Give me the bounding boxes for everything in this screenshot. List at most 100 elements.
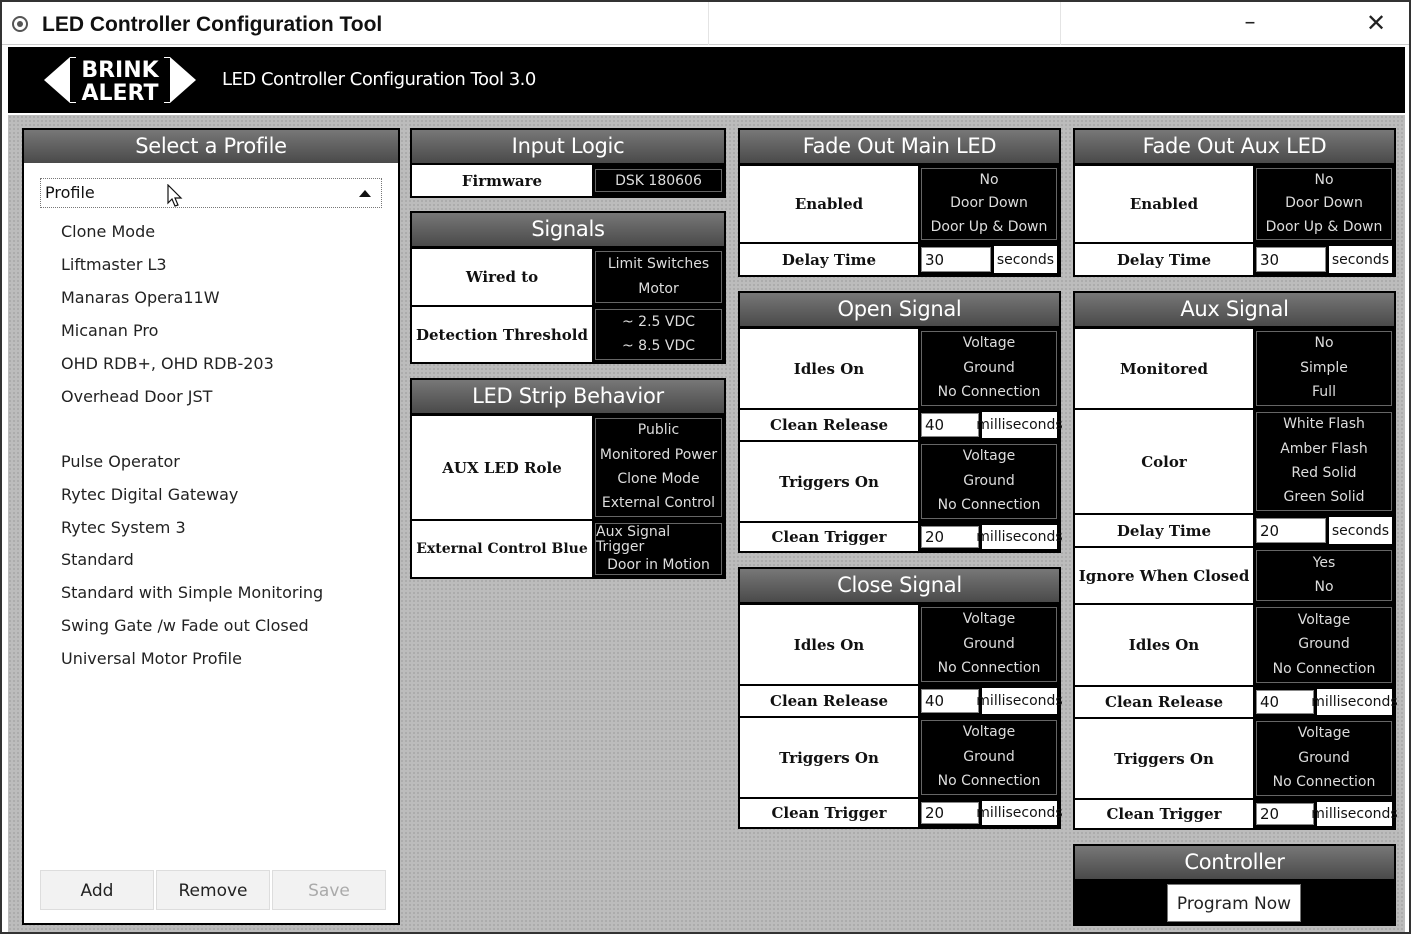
- aux-idles-on-selector[interactable]: Voltage Ground No Connection: [1256, 607, 1392, 683]
- option-monitored-power[interactable]: Monitored Power: [600, 447, 717, 463]
- option-voltage[interactable]: Voltage: [963, 336, 1016, 352]
- option-amber-flash[interactable]: Amber Flash: [1280, 441, 1368, 457]
- aux-delay-input[interactable]: 20: [1256, 518, 1326, 543]
- aux-clean-trigger-input[interactable]: 20: [1256, 803, 1314, 825]
- input-logic-panel: Input Logic Firmware DSK 180606: [410, 128, 726, 198]
- option-door-up-down[interactable]: Door Up & Down: [1266, 219, 1383, 235]
- close-button[interactable]: ✕: [1346, 8, 1406, 40]
- option-no[interactable]: No: [979, 172, 998, 188]
- profile-dropdown[interactable]: Profile: [40, 178, 382, 208]
- profile-item[interactable]: Manaras Opera11W: [61, 288, 220, 307]
- option-motor[interactable]: Motor: [638, 281, 678, 297]
- profile-item[interactable]: Standard with Simple Monitoring: [61, 583, 323, 602]
- option-full[interactable]: Full: [1312, 384, 1336, 400]
- option-door-down[interactable]: Door Down: [950, 195, 1028, 211]
- aux-clean-trigger-label: Clean Trigger: [1075, 800, 1253, 828]
- external-control-blue-selector[interactable]: Aux Signal Trigger Door in Motion: [595, 523, 722, 575]
- option-no[interactable]: No: [1314, 172, 1333, 188]
- option-voltage[interactable]: Voltage: [1298, 612, 1351, 628]
- detection-threshold-selector[interactable]: ~ 2.5 VDC ~ 8.5 VDC: [595, 309, 722, 360]
- fade-main-delay-label: Delay Time: [740, 244, 918, 275]
- aux-triggers-on-selector[interactable]: Voltage Ground No Connection: [1256, 721, 1392, 796]
- close-clean-trigger-unit: milliseconds: [976, 801, 1063, 825]
- aux-color-selector[interactable]: White Flash Amber Flash Red Solid Green …: [1256, 412, 1392, 511]
- option-yes[interactable]: Yes: [1313, 555, 1336, 571]
- profile-item[interactable]: Standard: [61, 550, 134, 569]
- profile-panel: Select a Profile Profile Clone Mode Lift…: [22, 128, 400, 925]
- option-voltage[interactable]: Voltage: [963, 449, 1016, 465]
- open-idles-on-selector[interactable]: Voltage Ground No Connection: [921, 331, 1057, 406]
- option-no-connection[interactable]: No Connection: [938, 384, 1041, 400]
- close-clean-trigger-input[interactable]: 20: [921, 802, 979, 824]
- option-simple[interactable]: Simple: [1300, 360, 1348, 376]
- option-no[interactable]: No: [1314, 336, 1333, 352]
- open-clean-trigger-input[interactable]: 20: [921, 526, 979, 548]
- option-door-up-down[interactable]: Door Up & Down: [931, 219, 1048, 235]
- option-voltage[interactable]: Voltage: [963, 725, 1016, 741]
- fade-main-panel: Fade Out Main LED Enabled No Door Down D…: [738, 128, 1061, 277]
- profile-item[interactable]: Micanan Pro: [61, 321, 158, 340]
- program-now-button[interactable]: Program Now: [1167, 884, 1301, 922]
- open-clean-trigger-unit: milliseconds: [976, 525, 1063, 549]
- aux-monitored-selector[interactable]: No Simple Full: [1256, 331, 1392, 406]
- profile-item[interactable]: Pulse Operator: [61, 452, 180, 471]
- option-no-connection[interactable]: No Connection: [938, 660, 1041, 676]
- option-door-in-motion[interactable]: Door in Motion: [607, 557, 710, 573]
- option-ground[interactable]: Ground: [1298, 750, 1350, 766]
- fade-aux-enabled-selector[interactable]: No Door Down Door Up & Down: [1256, 168, 1392, 240]
- profile-item[interactable]: Swing Gate /w Fade out Closed: [61, 616, 309, 635]
- fade-main-enabled-selector[interactable]: No Door Down Door Up & Down: [921, 168, 1057, 240]
- close-clean-release-input[interactable]: 40: [921, 689, 979, 713]
- fade-aux-delay-unit: seconds: [1329, 246, 1392, 273]
- option-ground[interactable]: Ground: [963, 473, 1015, 489]
- option-no-connection[interactable]: No Connection: [938, 497, 1041, 513]
- option-no-connection[interactable]: No Connection: [1273, 661, 1376, 677]
- option-white-flash[interactable]: White Flash: [1283, 417, 1365, 433]
- profile-item[interactable]: Liftmaster L3: [61, 255, 167, 274]
- profile-item[interactable]: Rytec Digital Gateway: [61, 485, 238, 504]
- led-strip-title: LED Strip Behavior: [412, 380, 724, 413]
- option-voltage[interactable]: Voltage: [1298, 726, 1351, 742]
- led-strip-panel: LED Strip Behavior AUX LED Role Public M…: [410, 378, 726, 579]
- option-aux-signal-trigger[interactable]: Aux Signal Trigger: [596, 524, 721, 556]
- external-control-blue-label: External Control Blue: [412, 521, 592, 577]
- profile-item[interactable]: Rytec System 3: [61, 518, 186, 537]
- option-red-solid[interactable]: Red Solid: [1291, 465, 1356, 481]
- option-door-down[interactable]: Door Down: [1285, 195, 1363, 211]
- minimize-button[interactable]: –: [1220, 8, 1280, 40]
- open-clean-release-input[interactable]: 40: [921, 413, 979, 437]
- option-limit-switches[interactable]: Limit Switches: [608, 256, 709, 272]
- option-ground[interactable]: Ground: [963, 360, 1015, 376]
- aux-ignore-closed-selector[interactable]: Yes No: [1256, 550, 1392, 601]
- aux-clean-release-input[interactable]: 40: [1256, 690, 1314, 714]
- close-clean-release-unit: milliseconds: [976, 688, 1063, 714]
- option-voltage[interactable]: Voltage: [963, 612, 1016, 628]
- option-external-control[interactable]: External Control: [602, 495, 715, 511]
- save-button[interactable]: Save: [272, 870, 386, 910]
- option-ground[interactable]: Ground: [963, 749, 1015, 765]
- option-ground[interactable]: Ground: [963, 636, 1015, 652]
- close-triggers-on-selector[interactable]: Voltage Ground No Connection: [921, 720, 1057, 795]
- wired-to-selector[interactable]: Limit Switches Motor: [595, 251, 722, 303]
- close-idles-on-selector[interactable]: Voltage Ground No Connection: [921, 607, 1057, 682]
- add-button[interactable]: Add: [40, 870, 154, 910]
- fade-main-delay-input[interactable]: 30: [921, 247, 991, 272]
- option-public[interactable]: Public: [638, 423, 679, 439]
- profile-item[interactable]: Overhead Door JST: [61, 387, 212, 406]
- aux-led-role-selector[interactable]: Public Monitored Power Clone Mode Extern…: [595, 418, 722, 517]
- option-2-5-vdc[interactable]: ~ 2.5 VDC: [622, 314, 695, 330]
- profile-item[interactable]: Clone Mode: [61, 222, 155, 241]
- option-no-connection[interactable]: No Connection: [938, 773, 1041, 789]
- option-ground[interactable]: Ground: [1298, 636, 1350, 652]
- option-no-connection[interactable]: No Connection: [1273, 774, 1376, 790]
- profile-item[interactable]: Universal Motor Profile: [61, 649, 242, 668]
- fade-aux-delay-input[interactable]: 30: [1256, 247, 1326, 272]
- option-green-solid[interactable]: Green Solid: [1284, 489, 1365, 505]
- option-no[interactable]: No: [1314, 579, 1333, 595]
- option-clone-mode[interactable]: Clone Mode: [617, 471, 699, 487]
- remove-button[interactable]: Remove: [156, 870, 270, 910]
- option-8-5-vdc[interactable]: ~ 8.5 VDC: [622, 338, 695, 354]
- profile-item[interactable]: OHD RDB+, OHD RDB-203: [61, 354, 274, 373]
- open-triggers-on-selector[interactable]: Voltage Ground No Connection: [921, 444, 1057, 519]
- dropdown-arrow-icon[interactable]: [359, 190, 371, 197]
